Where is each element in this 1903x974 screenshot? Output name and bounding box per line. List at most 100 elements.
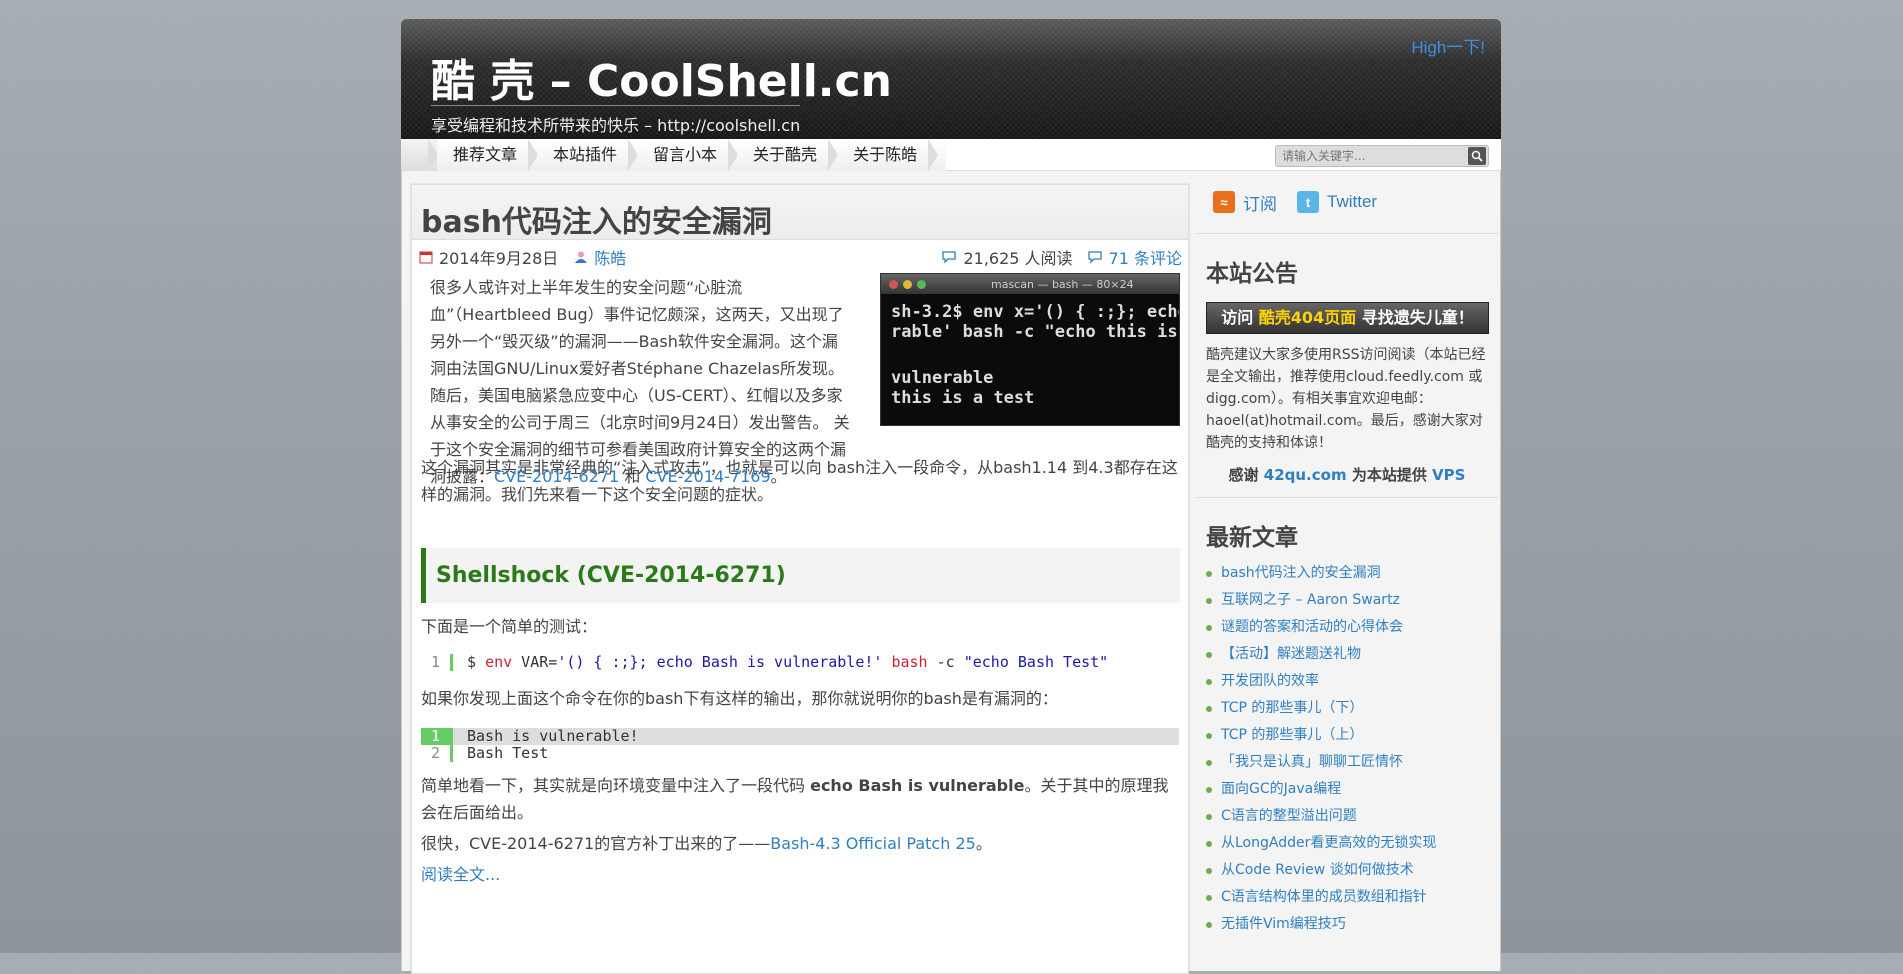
recent-post-link[interactable]: C语言的整型溢出问题 [1221,803,1357,830]
recent-post-link[interactable]: TCP 的那些事儿（上） [1221,722,1363,749]
content-wrap: bash代码注入的安全漏洞 2014年9月28日 陈皓 21,625 人阅读 7… [401,171,1501,974]
terminal-title: mascan — bash — 80×24 [991,277,1134,291]
recent-post-item[interactable]: 「我只是认真」聊聊工匠情怀 [1206,749,1498,776]
bullet-icon [1206,624,1212,631]
recent-post-link[interactable]: 互联网之子 – Aaron Swartz [1221,587,1400,614]
post-date: 2014年9月28日 [439,249,559,268]
bullet-icon [1206,894,1212,901]
terminal-line-3: vulnerable [891,368,994,388]
intro-paragraph: 很多人或许对上半年发生的安全问题“心脏流血”（Heartbleed Bug）事件… [421,274,861,490]
recent-post-link[interactable]: 从LongAdder看更高效的无锁实现 [1221,830,1436,857]
calendar-icon [419,251,433,264]
period-text: 。 [770,467,787,486]
recent-post-item[interactable]: 从LongAdder看更高效的无锁实现 [1206,830,1498,857]
recent-post-link[interactable]: bash代码注入的安全漏洞 [1221,560,1381,587]
nav-home-button[interactable] [401,139,438,171]
code-text: Bash Test [467,744,549,762]
cve-6271-link[interactable]: CVE-2014-6271 [494,467,619,486]
recent-post-link[interactable]: 面向GC的Java编程 [1221,776,1341,803]
terminal-line-1: sh-3.2$ env x='() { :;}; echo vulne [891,302,1179,322]
notice-text: 酷壳建议大家多使用RSS访问阅读（本站已经是全文输出，推荐使用cloud.fee… [1206,347,1486,451]
code-text: $ env VAR='() { :;}; echo Bash is vulner… [467,653,1109,671]
sidebar: ≈ 订阅 t Twitter 本站公告 访问 酷壳404页面 寻找遗失儿童！ 酷… [1196,171,1498,938]
post-title[interactable]: bash代码注入的安全漏洞 [412,185,1188,241]
patch-link[interactable]: Bash-4.3 Official Patch 25 [770,834,976,853]
code-line: 1 $ env VAR='() { :;}; echo Bash is vuln… [421,654,1179,671]
recent-post-item[interactable]: bash代码注入的安全漏洞 [1206,560,1498,587]
user-icon [575,251,588,263]
bullet-icon [1206,840,1212,847]
post-author-link[interactable]: 陈皓 [594,245,626,269]
recent-post-item[interactable]: 从Code Review 谈如何做技术 [1206,857,1498,884]
and-text: 和 [619,467,646,486]
main-nav: 推荐文章 本站插件 留言小本 关于酷壳 关于陈皓 [401,139,1501,171]
bullet-icon [1206,786,1212,793]
cve-7169-link[interactable]: CVE-2014-7169 [645,467,770,486]
recent-post-item[interactable]: C语言结构体里的成员数组和指针 [1206,884,1498,911]
subscribe-link[interactable]: ≈ 订阅 [1213,190,1277,215]
intro-text: 很多人或许对上半年发生的安全问题“心脏流血”（Heartbleed Bug）事件… [430,278,850,486]
code-line: 2 Bash Test [421,745,1179,762]
site-header: 酷 壳 – CoolShell.cn 享受编程和技术所带来的快乐 – http:… [401,19,1501,139]
nav-item-about-coolshell[interactable]: 关于酷壳 [737,139,839,171]
line-number: 1 [421,654,453,671]
recent-post-link[interactable]: 开发团队的效率 [1221,668,1319,695]
recent-post-item[interactable]: 互联网之子 – Aaron Swartz [1206,587,1498,614]
nav-item-about-author[interactable]: 关于陈皓 [837,139,939,171]
recent-post-item[interactable]: 【活动】解迷题送礼物 [1206,641,1498,668]
paragraph-6: 很快，CVE-2014-6271的官方补丁出来的了——Bash-4.3 Offi… [421,834,992,853]
rss-icon: ≈ [1213,191,1235,213]
line-number: 1 [421,728,453,745]
views-icon [942,251,957,264]
paragraph-3: 下面是一个简单的测试： [421,617,598,636]
page: 酷 壳 – CoolShell.cn 享受编程和技术所带来的快乐 – http:… [401,19,1501,974]
recent-post-link[interactable]: 从Code Review 谈如何做技术 [1221,857,1414,884]
bullet-icon [1206,732,1212,739]
recent-post-link[interactable]: TCP 的那些事儿（下） [1221,695,1363,722]
recent-post-link[interactable]: C语言结构体里的成员数组和指针 [1221,884,1427,911]
recent-post-link[interactable]: 【活动】解迷题送礼物 [1221,641,1361,668]
code-line: 1 Bash is vulnerable! [421,728,1179,745]
recent-post-link[interactable]: 无插件Vim编程技巧 [1221,911,1346,938]
search-input[interactable] [1276,146,1468,166]
code-block-2: 1 Bash is vulnerable! 2 Bash Test [421,728,1179,762]
bullet-icon [1206,651,1212,658]
post-comments-link[interactable]: 71 条评论 [1109,245,1182,269]
recent-post-link[interactable]: 「我只是认真」聊聊工匠情怀 [1221,749,1403,776]
nav-item-recommended[interactable]: 推荐文章 [437,139,539,171]
search-button[interactable] [1468,147,1486,165]
recent-post-item[interactable]: 开发团队的效率 [1206,668,1498,695]
read-more-link[interactable]: 阅读全文... [421,865,500,884]
bullet-icon [1206,705,1212,712]
recent-post-item[interactable]: 谜题的答案和活动的心得体会 [1206,614,1498,641]
nav-item-guestbook[interactable]: 留言小本 [637,139,739,171]
recent-post-link[interactable]: 谜题的答案和活动的心得体会 [1221,614,1403,641]
recent-post-item[interactable]: TCP 的那些事儿（下） [1206,695,1498,722]
nav-item-plugins[interactable]: 本站插件 [537,139,639,171]
bullet-icon [1206,867,1212,874]
twitter-link[interactable]: t Twitter [1297,191,1377,213]
code-block-1: 1 $ env VAR='() { :;}; echo Bash is vuln… [421,654,1179,671]
site-title[interactable]: 酷 壳 – CoolShell.cn [431,45,892,109]
social-links: ≈ 订阅 t Twitter [1196,171,1498,234]
recent-posts-list: bash代码注入的安全漏洞 互联网之子 – Aaron Swartz 谜题的答案和活… [1196,560,1498,938]
high-link[interactable]: High一下! [1411,33,1485,58]
404-banner[interactable]: 访问 酷壳404页面 寻找遗失儿童！ [1206,302,1489,334]
vps-link[interactable]: VPS [1432,466,1465,484]
search-box [1275,145,1489,167]
recent-post-item[interactable]: C语言的整型溢出问题 [1206,803,1498,830]
terminal-line-2: rable' bash -c "echo this is a test [891,322,1179,342]
bullet-icon [1206,597,1212,604]
bullet-icon [1206,759,1212,766]
notice-heading: 本站公告 [1206,261,1298,287]
post-intro: 很多人或许对上半年发生的安全问题“心脏流血”（Heartbleed Bug）事件… [412,268,1188,486]
post-reads: 21,625 人阅读 [963,249,1073,268]
post: bash代码注入的安全漏洞 2014年9月28日 陈皓 21,625 人阅读 7… [411,184,1189,974]
recent-post-item[interactable]: TCP 的那些事儿（上） [1206,722,1498,749]
comments-icon [1087,251,1102,264]
recent-post-item[interactable]: 无插件Vim编程技巧 [1206,911,1498,938]
recent-heading: 最新文章 [1206,525,1298,551]
code-text: Bash is vulnerable! [467,727,639,745]
recent-post-item[interactable]: 面向GC的Java编程 [1206,776,1498,803]
42qu-link[interactable]: 42qu.com [1264,466,1347,484]
